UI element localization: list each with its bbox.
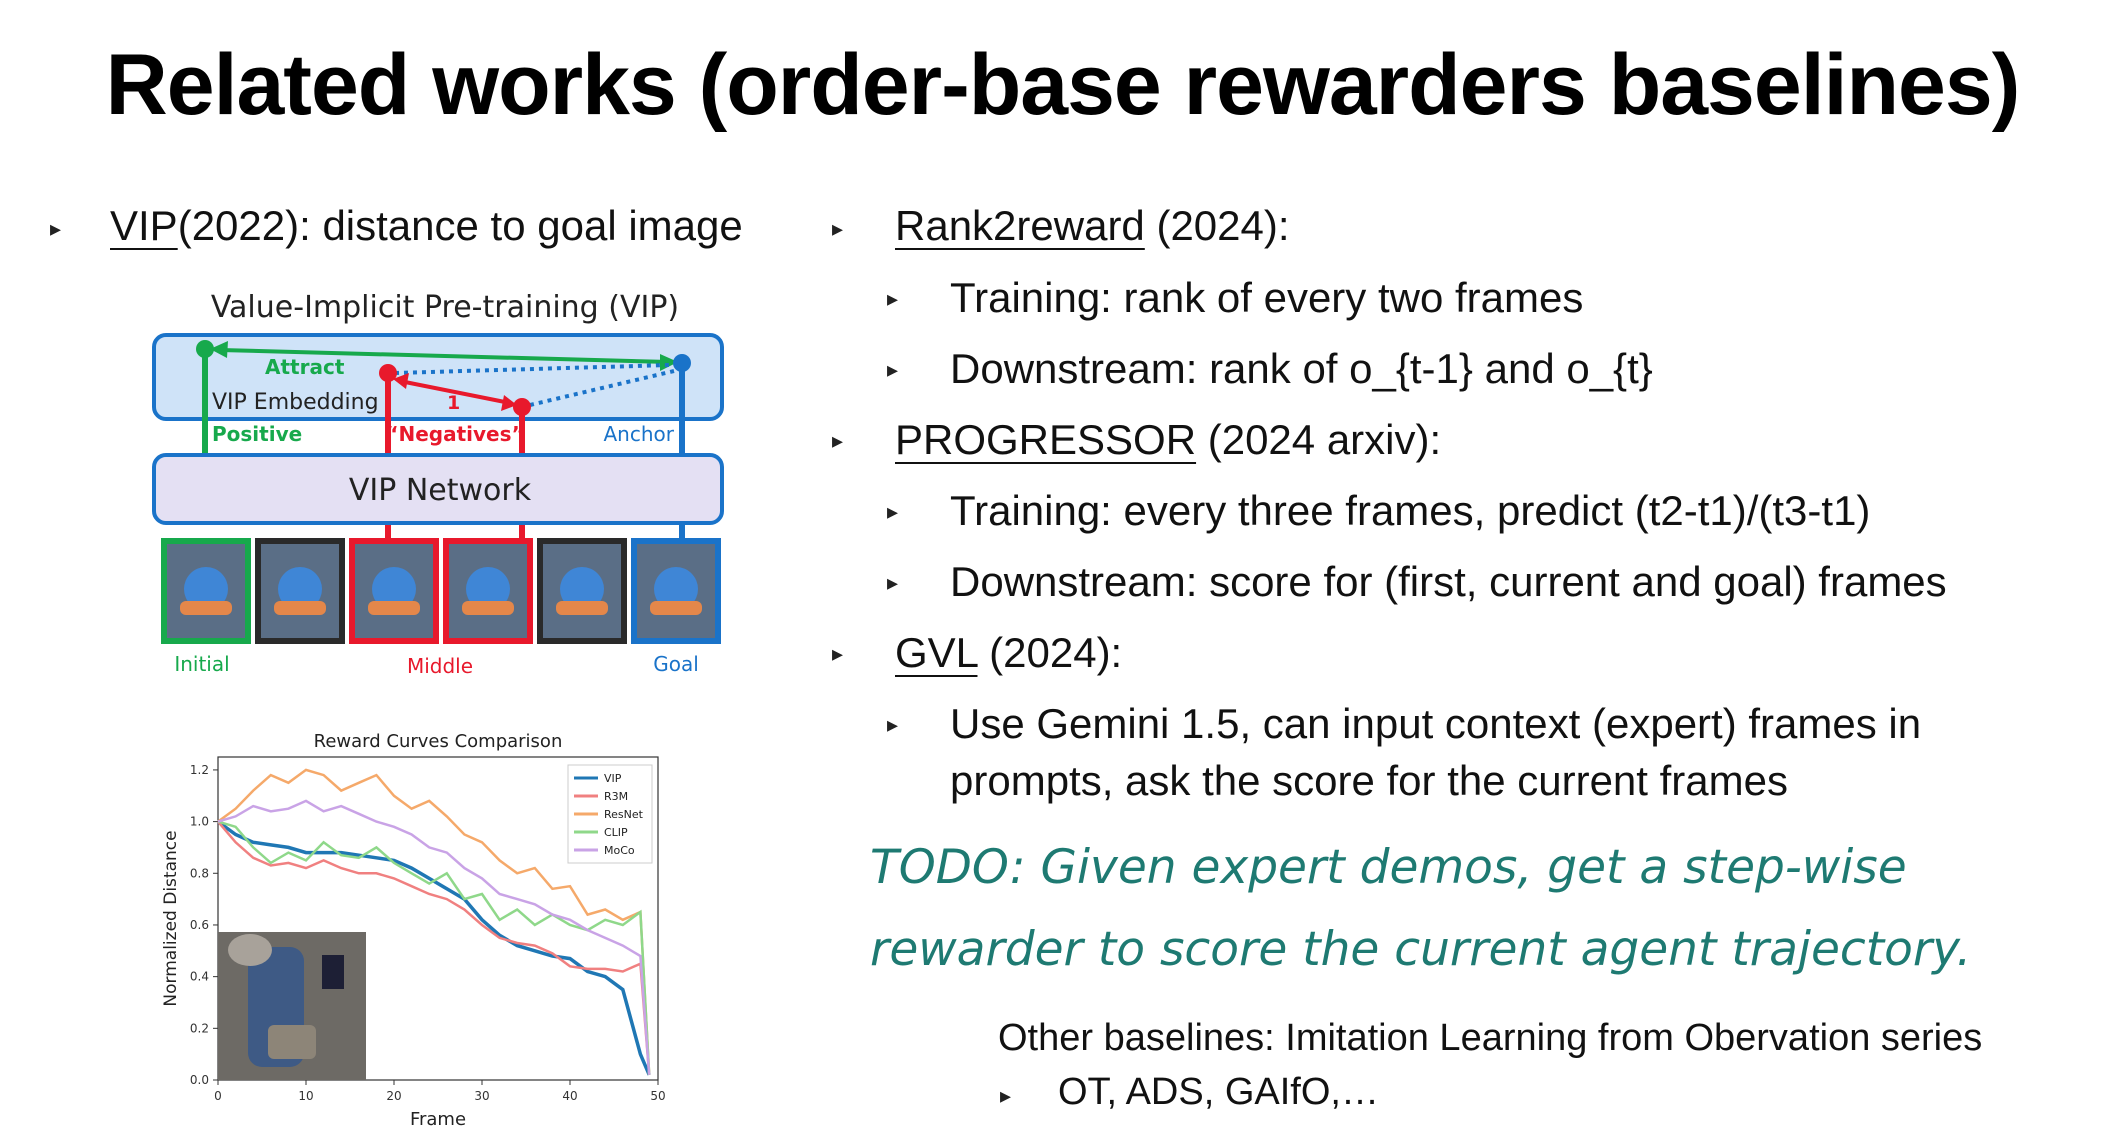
rank2reward-downstream: Downstream: rank of o_{t-1} and o_{t} [950,345,1653,392]
anchor-point [673,354,691,372]
vip-description: (2022): distance to goal image [177,202,743,249]
y-tick-label: 0.8 [190,866,209,880]
bullet-icon: ▸ [887,570,899,595]
frame-middle-1 [349,538,439,644]
progressor-name: PROGRESSOR [895,416,1197,463]
attract-label: Attract [265,355,345,379]
bullet-icon: ▸ [50,216,62,241]
progressor-training: Training: every three frames, predict (t… [950,487,1871,534]
initial-label: Initial [174,652,229,676]
x-tick-label: 0 [214,1089,222,1103]
y-tick-label: 0.0 [190,1073,209,1087]
gvl-year: (2024): [977,629,1123,676]
todo-line-2: rewarder to score the current agent traj… [870,922,1972,977]
chart-title: Reward Curves Comparison [314,731,563,752]
y-tick-label: 0.2 [190,1021,209,1035]
bullet-icon: ▸ [887,712,899,737]
anchor-label: Anchor [604,422,675,446]
vip-heading: VIP(2022): distance to goal image [110,200,743,253]
y-tick-label: 0.6 [190,918,209,932]
y-tick-label: 0.4 [190,970,209,984]
legend-label: R3M [604,790,628,803]
negative-point-1 [379,364,397,382]
frame-strip [161,538,721,644]
bullet-icon: ▸ [887,499,899,524]
x-axis-label: Frame [410,1109,466,1130]
negative-point-2 [513,398,531,416]
gvl-name: GVL [895,629,978,676]
legend-label: ResNet [604,808,644,821]
x-tick-label: 50 [650,1089,665,1103]
frame-2 [255,538,345,644]
other-baselines-title: Other baselines: Imitation Learning from… [998,1017,1983,1059]
middle-label: Middle [407,654,473,678]
chart-inset-photo [218,932,366,1080]
negatives-label: “Negatives” [385,422,524,446]
gvl-description-line2: prompts, ask the score for the current f… [950,757,1788,804]
chart-legend: VIP R3M ResNet CLIP MoCo [567,764,653,864]
goal-label: Goal [653,652,699,676]
diagram-title: Value-Implicit Pre-training (VIP) [211,290,679,325]
vip-diagram: Value-Implicit Pre-training (VIP) Attrac… [152,290,724,678]
rank2reward-name: Rank2reward [895,202,1145,249]
reward-curves-chart: Reward Curves Comparison 0 10 20 30 40 50 0.0 0.… [161,731,666,1130]
progressor-downstream: Downstream: score for (first, current an… [950,558,1947,605]
legend-label: CLIP [604,826,628,839]
slide-title: Related works (order-base rewarders base… [105,37,2021,133]
y-tick-label: 1.2 [190,763,209,777]
gvl-description-line1: Use Gemini 1.5, can input context (exper… [950,700,1922,747]
progressor-year: (2024 arxiv): [1196,416,1442,463]
x-tick-label: 30 [474,1089,489,1103]
frame-goal [631,538,721,644]
bullet-icon: ▸ [832,216,844,241]
x-tick-label: 10 [298,1089,313,1103]
progressor-heading: PROGRESSOR (2024 arxiv): [895,414,1441,467]
bullet-icon: ▸ [887,286,899,311]
network-label: VIP Network [349,473,532,508]
bullet-icon: ▸ [887,357,899,382]
positive-label: Positive [212,422,302,446]
vip-name: VIP [110,202,178,249]
bullet-icon: ▸ [832,641,844,666]
y-axis-label: Normalized Distance [161,830,181,1006]
frame-5 [537,538,627,644]
rank2reward-heading: Rank2reward (2024): [895,200,1290,253]
rank2reward-year: (2024): [1144,202,1290,249]
other-baselines-item: OT, ADS, GAIfO,… [1058,1071,1379,1113]
bullet-icon: ▸ [1000,1083,1012,1108]
gvl-heading: GVL (2024): [895,627,1122,680]
legend-label: VIP [604,772,622,785]
bullet-icon: ▸ [832,428,844,453]
y-tick-label: 1.0 [190,815,209,829]
todo-line-1: TODO: Given expert demos, get a step-wis… [870,840,1907,895]
legend-label: MoCo [604,844,635,857]
frame-initial [161,538,251,644]
rank2reward-training: Training: rank of every two frames [950,274,1584,321]
distance-label: 1 [447,392,460,414]
positive-point [196,340,214,358]
embedding-label: VIP Embedding [212,390,379,415]
frame-middle-2 [443,538,533,644]
x-tick-label: 40 [562,1089,577,1103]
x-tick-label: 20 [386,1089,401,1103]
